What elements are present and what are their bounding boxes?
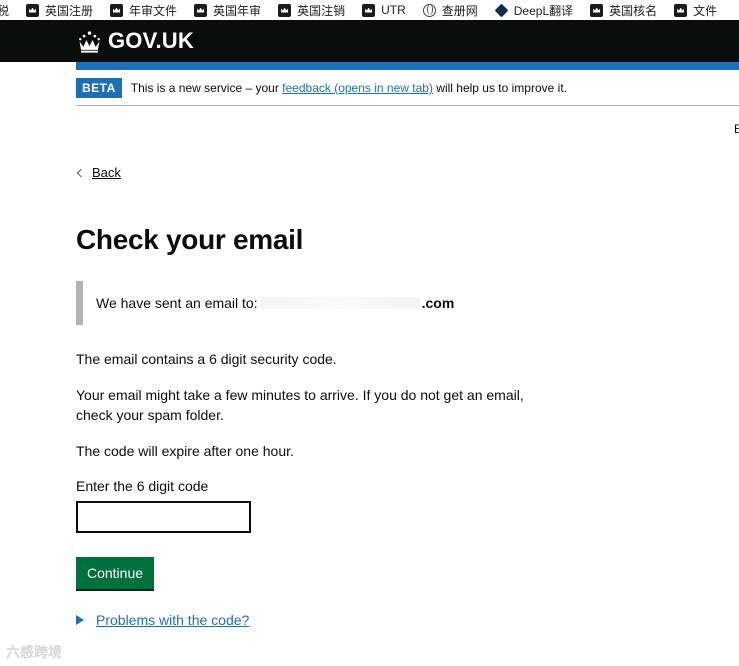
clipped-text: E xyxy=(734,122,739,136)
back-link-label: Back xyxy=(92,165,121,180)
bookmark-item[interactable]: 文件 xyxy=(674,2,717,19)
header-blue-bar xyxy=(76,62,739,70)
bookmark-label: 税 xyxy=(0,3,10,18)
crown-icon xyxy=(590,3,604,17)
bookmark-item[interactable]: 英国注销 xyxy=(278,2,345,19)
bookmark-label: 英国注销 xyxy=(297,3,346,18)
bookmark-label: 英国年审 xyxy=(213,3,262,18)
bookmarks-bar: 税 英国注册 年审文件 英国年审 英国注销 UTR 查册网 DeepL翻译 英国… xyxy=(0,0,739,20)
phase-banner-divider xyxy=(76,105,739,106)
bookmark-label: 文件 xyxy=(693,3,718,18)
security-code-input[interactable] xyxy=(76,501,251,533)
bookmark-item[interactable]: 英国核名 xyxy=(590,2,657,19)
beta-tag: BETA xyxy=(76,78,122,98)
crest-icon xyxy=(278,3,292,17)
chevron-left-icon xyxy=(76,168,86,177)
email-domain: .com xyxy=(421,295,455,311)
bookmark-item[interactable]: 年审文件 xyxy=(110,2,177,19)
crown-icon xyxy=(362,3,376,17)
bookmark-label: UTR xyxy=(381,3,406,17)
crown-icon xyxy=(194,3,208,17)
phase-banner-text: This is a new service – your feedback (o… xyxy=(131,81,567,95)
problems-details-summary[interactable]: Problems with the code? xyxy=(96,612,249,628)
crown-icon xyxy=(110,3,124,17)
code-field-label: Enter the 6 digit code xyxy=(76,478,209,494)
bookmark-item[interactable]: 查册网 xyxy=(422,2,478,19)
continue-button[interactable]: Continue xyxy=(76,557,154,589)
bookmark-label: DeepL翻译 xyxy=(513,3,574,18)
bookmark-item[interactable]: UTR xyxy=(362,3,406,17)
bookmark-item[interactable]: DeepL翻译 xyxy=(494,2,574,19)
redacted-email xyxy=(259,297,420,309)
bookmark-label: 年审文件 xyxy=(129,3,178,18)
problems-details[interactable]: Problems with the code? xyxy=(76,612,249,628)
body-paragraph: Your email might take a few minutes to a… xyxy=(76,387,524,423)
bookmark-item[interactable]: 英国注册 xyxy=(26,2,93,19)
crown-icon xyxy=(79,30,100,53)
deepl-icon xyxy=(494,3,509,17)
govuk-header: GOV.UK xyxy=(0,20,739,62)
body-paragraph: The email contains a 6 digit security co… xyxy=(76,351,337,367)
govuk-logo-link[interactable]: GOV.UK xyxy=(76,28,194,54)
feedback-link[interactable]: feedback (opens in new tab) xyxy=(282,81,433,95)
phase-text-before: This is a new service – your xyxy=(130,81,283,95)
phase-banner: BETA This is a new service – your feedba… xyxy=(76,78,739,98)
globe-icon xyxy=(422,3,436,17)
phase-text-after: will help us to improve it. xyxy=(432,81,567,95)
bookmark-item[interactable]: 税 xyxy=(0,2,9,19)
govuk-logo-text: GOV.UK xyxy=(108,28,194,53)
bookmark-label: 英国核名 xyxy=(609,3,658,18)
body-paragraph: The code will expire after one hour. xyxy=(76,443,294,459)
inset-message: We have sent an email to: xyxy=(96,295,258,311)
page-title: Check your email xyxy=(76,224,304,255)
watermark: 六感跨境 xyxy=(6,644,62,660)
caret-right-icon xyxy=(76,615,84,625)
bookmark-item[interactable]: 英国年审 xyxy=(194,2,261,19)
crest-icon xyxy=(674,3,688,17)
inset-text: We have sent an email to: .com xyxy=(76,281,536,325)
crown-icon xyxy=(26,3,40,17)
bookmark-label: 查册网 xyxy=(441,3,478,18)
bookmark-label: 英国注册 xyxy=(45,3,94,18)
back-link[interactable]: Back xyxy=(76,165,121,180)
